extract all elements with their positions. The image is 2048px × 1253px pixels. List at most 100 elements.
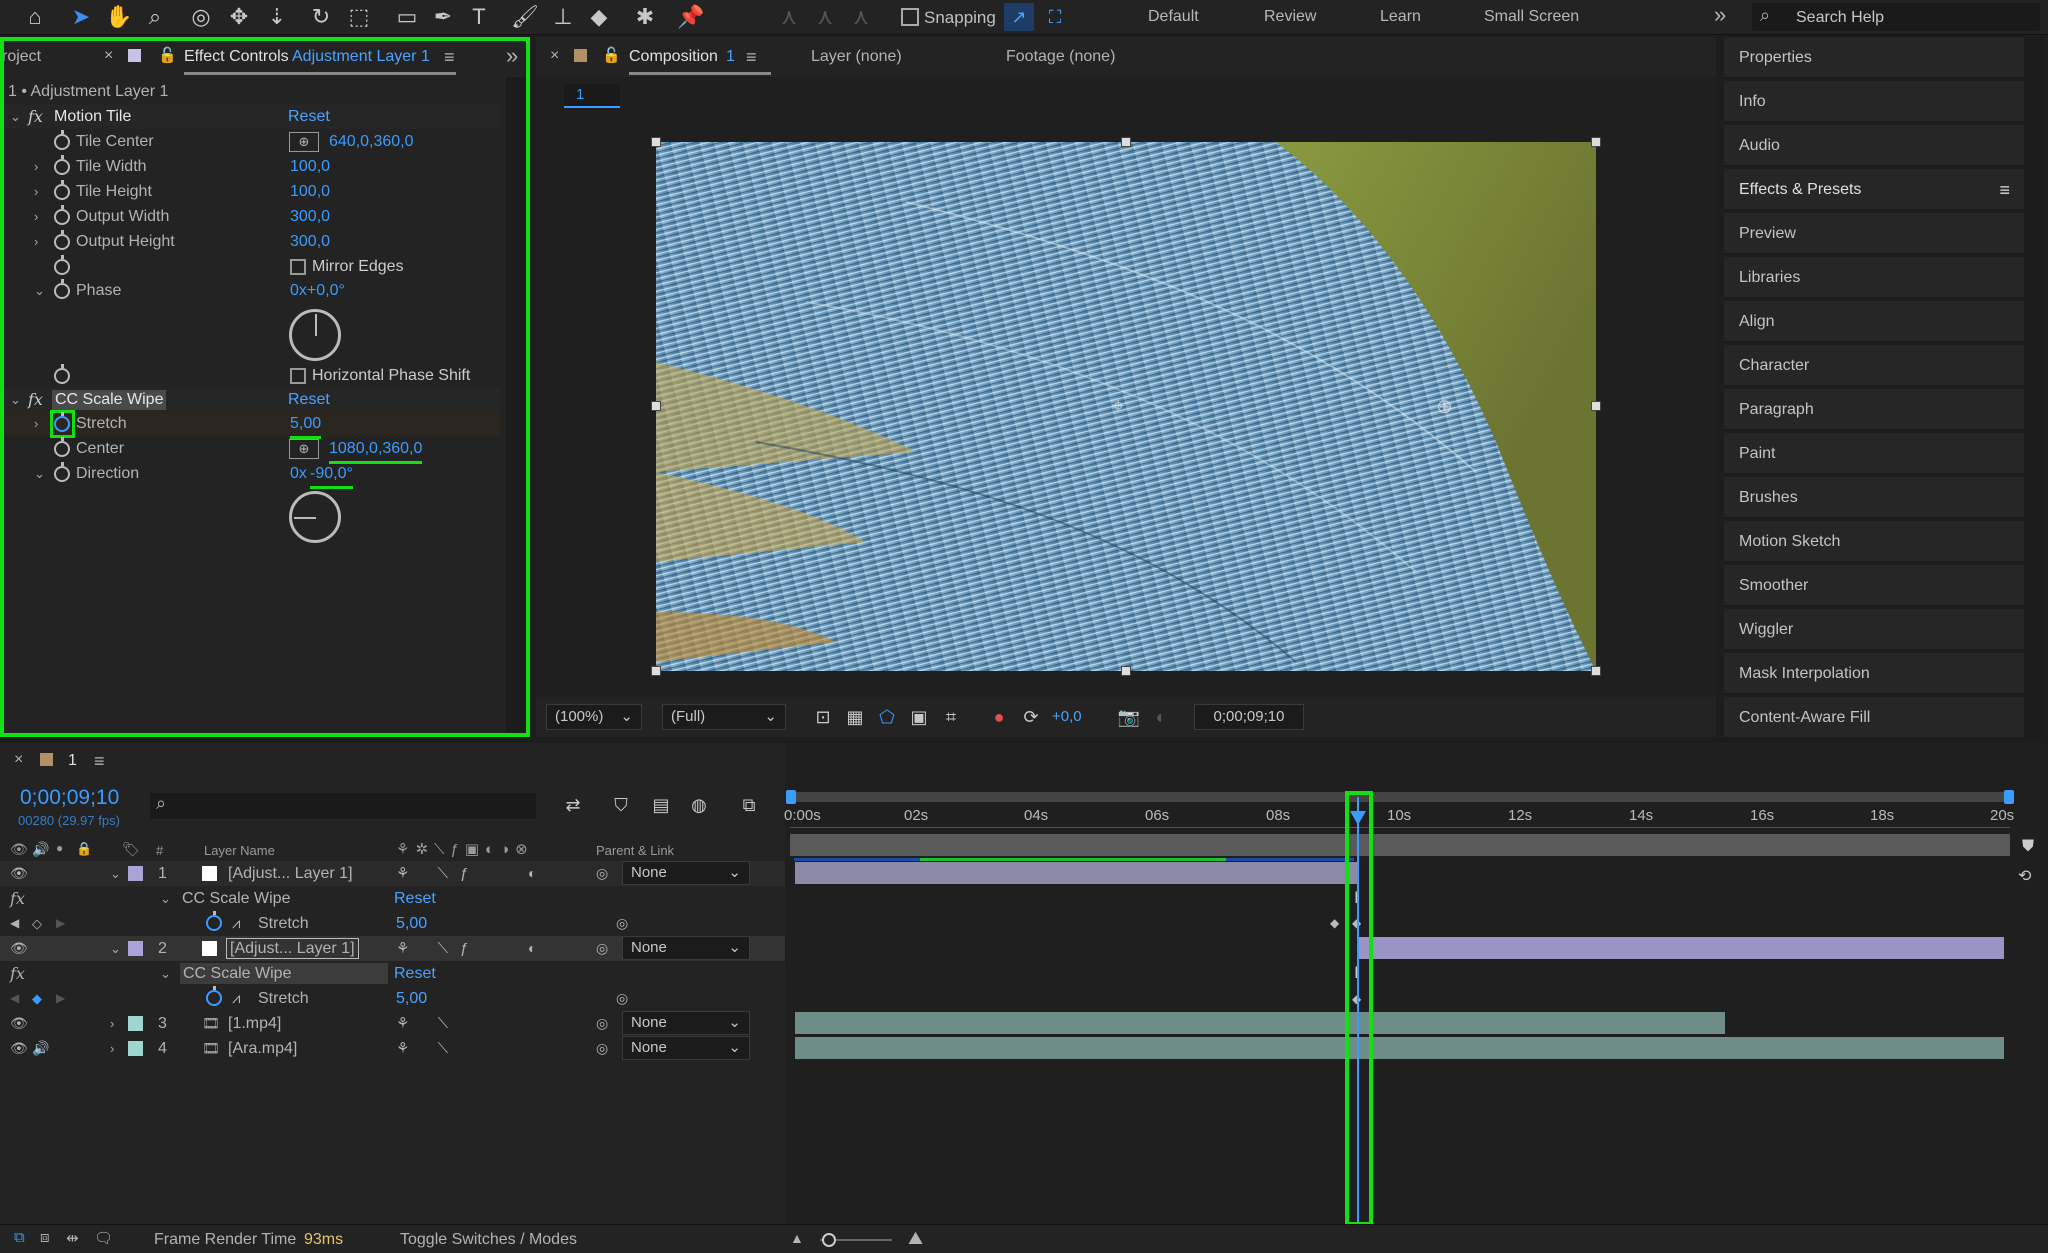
panel-libraries[interactable]: Libraries bbox=[1724, 257, 2024, 299]
stretch-value[interactable]: 5,00 bbox=[396, 986, 427, 1011]
timeline-timecode[interactable]: 0;00;09;10 bbox=[20, 786, 119, 810]
solo-icon[interactable]: ● bbox=[56, 841, 63, 855]
effect-reset[interactable]: Reset bbox=[394, 961, 436, 986]
pan-behind-icon[interactable]: ⬚ bbox=[344, 3, 374, 31]
chevron-down-icon[interactable]: ⌄ bbox=[110, 861, 121, 886]
panel-menu-icon[interactable]: ≡ bbox=[444, 47, 455, 68]
panel-properties[interactable]: Properties bbox=[1724, 37, 2024, 79]
bounding-handle[interactable] bbox=[1591, 666, 1601, 676]
parent-select[interactable]: None ⌄ bbox=[622, 936, 750, 960]
more-workspaces-icon[interactable]: » bbox=[1714, 2, 1726, 28]
adjustment-switch-icon[interactable]: ◐ bbox=[528, 936, 536, 961]
chevron-down-icon[interactable]: ⌄ bbox=[110, 936, 121, 961]
layer-1-bar[interactable] bbox=[795, 862, 1357, 884]
layer-name[interactable]: [Adjust... Layer 1] bbox=[228, 861, 353, 886]
layer-switches[interactable]: ⚘ ⟍ƒ bbox=[396, 861, 480, 886]
direction-dial[interactable] bbox=[289, 491, 341, 543]
effect-reset[interactable]: Reset bbox=[394, 886, 436, 911]
workspace-review[interactable]: Review bbox=[1264, 8, 1316, 26]
stopwatch-icon[interactable] bbox=[54, 462, 70, 482]
navigator-end-handle[interactable] bbox=[2004, 790, 2014, 804]
layer-label-swatch[interactable] bbox=[128, 1016, 143, 1031]
pan-camera-icon[interactable]: ✥ bbox=[224, 3, 254, 31]
chevron-right-icon[interactable]: › bbox=[34, 180, 38, 204]
horizontal-phase-shift-checkbox[interactable] bbox=[290, 368, 306, 384]
chevron-right-icon[interactable]: › bbox=[34, 205, 38, 229]
in-out-icon[interactable]: ⇹ bbox=[66, 1229, 79, 1247]
fast-previews-icon[interactable]: ⊡ bbox=[808, 703, 838, 731]
phase-value[interactable]: 0x+0,0° bbox=[290, 279, 345, 303]
panel-content-aware-fill[interactable]: Content-Aware Fill bbox=[1724, 697, 2024, 739]
chevron-down-icon[interactable]: ⌄ bbox=[34, 279, 45, 303]
resolution-select[interactable]: (Full) ⌄ bbox=[662, 704, 786, 730]
panel-paint[interactable]: Paint bbox=[1724, 433, 2024, 475]
project-tab[interactable]: roject bbox=[2, 48, 41, 66]
panel-preview[interactable]: Preview bbox=[1724, 213, 2024, 255]
rectangle-tool-icon[interactable]: ▭ bbox=[392, 3, 422, 31]
fx-icon[interactable]: fx bbox=[10, 961, 25, 986]
stretch-value[interactable]: 5,00 bbox=[290, 412, 322, 439]
cc-scale-wipe-reset[interactable]: Reset bbox=[288, 388, 330, 412]
fx-icon[interactable]: fx bbox=[10, 886, 25, 911]
timeline-search-input[interactable]: ⌕ bbox=[150, 793, 536, 819]
render-icon[interactable]: ⧉ bbox=[14, 1229, 25, 1246]
eraser-tool-icon[interactable]: ◆ bbox=[584, 3, 614, 31]
chevron-right-icon[interactable]: › bbox=[34, 230, 38, 254]
eye-icon[interactable]: 👁 bbox=[10, 861, 28, 886]
stopwatch-icon[interactable] bbox=[54, 437, 70, 457]
panel-audio[interactable]: Audio bbox=[1724, 125, 2024, 167]
bounding-handle[interactable] bbox=[1121, 666, 1131, 676]
stopwatch-icon[interactable] bbox=[54, 180, 70, 200]
pick-whip-icon[interactable]: ◎ bbox=[596, 861, 608, 886]
show-snapshot-icon[interactable]: ◐ bbox=[1146, 703, 1176, 731]
stopwatch-icon[interactable] bbox=[206, 986, 222, 1006]
toggle-switches-modes[interactable]: Toggle Switches / Modes bbox=[400, 1231, 577, 1249]
panel-smoother[interactable]: Smoother bbox=[1724, 565, 2024, 607]
snapping-checkbox[interactable] bbox=[901, 8, 919, 26]
panel-character[interactable]: Character bbox=[1724, 345, 2024, 387]
timeline-layer-row[interactable]: 👁 › 3 🎞 [1.mp4] ⚘ ⟍ ◎ None ⌄ bbox=[0, 1011, 785, 1036]
timeline-layer-row[interactable]: 👁 ⌄ 1 [Adjust... Layer 1] ⚘ ⟍ƒ ◐ ◎ None ⌄ bbox=[0, 861, 785, 886]
lock-column-icon[interactable]: 🔒 bbox=[76, 841, 92, 857]
viewer-timecode[interactable]: 0;00;09;10 bbox=[1194, 704, 1304, 730]
mirror-edges-checkbox[interactable] bbox=[290, 259, 306, 275]
bounding-handle[interactable] bbox=[1591, 401, 1601, 411]
roto-brush-icon[interactable]: ✱ bbox=[630, 3, 660, 31]
bounding-handle[interactable] bbox=[651, 401, 661, 411]
local-axis-icon[interactable]: ⋏ bbox=[774, 3, 804, 31]
direction-value[interactable]: -90,0° bbox=[310, 462, 353, 489]
work-area-bar[interactable] bbox=[790, 834, 2010, 856]
dolly-camera-icon[interactable]: ⇣ bbox=[262, 3, 292, 31]
close-project-icon[interactable]: × bbox=[104, 47, 113, 65]
crosshair-icon[interactable]: ⊕ bbox=[289, 439, 319, 459]
panel-info[interactable]: Info bbox=[1724, 81, 2024, 123]
layer-label-swatch[interactable] bbox=[128, 1041, 143, 1056]
stretch-stopwatch-icon[interactable] bbox=[54, 412, 70, 432]
pick-whip-icon[interactable]: ◎ bbox=[596, 1011, 608, 1036]
frame-blending-icon[interactable]: ▤ bbox=[646, 791, 676, 819]
snap-edges-icon[interactable]: ↗ bbox=[1004, 3, 1034, 31]
stopwatch-icon[interactable] bbox=[206, 911, 222, 931]
region-of-interest-icon[interactable]: ▣ bbox=[904, 703, 934, 731]
comp-button-icon[interactable]: ⟲ bbox=[2018, 866, 2031, 886]
stopwatch-icon[interactable] bbox=[54, 255, 70, 275]
search-help-placeholder[interactable]: Search Help bbox=[1796, 9, 1884, 27]
timeline-menu-icon[interactable]: ≡ bbox=[94, 751, 105, 772]
fx-icon[interactable]: fx bbox=[28, 105, 43, 129]
channels-icon[interactable]: ● bbox=[984, 703, 1014, 731]
layer-label-swatch[interactable] bbox=[128, 866, 143, 881]
search-help-box[interactable]: ⌕ Search Help bbox=[1752, 3, 2040, 31]
comp-mini-flowchart-icon[interactable]: ⇄ bbox=[558, 791, 588, 819]
brush-tool-icon[interactable]: 🖌 bbox=[510, 3, 540, 31]
stopwatch-icon[interactable] bbox=[54, 130, 70, 150]
effect-controls-tab[interactable]: Effect Controls bbox=[184, 48, 289, 66]
effect-controls-scrollbar[interactable] bbox=[506, 77, 530, 737]
navigator-start-handle[interactable] bbox=[786, 790, 796, 804]
expression-pick-whip-icon[interactable]: ◎ bbox=[616, 911, 628, 936]
reset-exposure-icon[interactable]: ⟳ bbox=[1016, 703, 1046, 731]
audio-icon[interactable]: 🔊 bbox=[32, 841, 49, 858]
zoom-select[interactable]: (100%) ⌄ bbox=[546, 704, 642, 730]
parent-select[interactable]: None ⌄ bbox=[622, 1011, 750, 1035]
playhead[interactable] bbox=[1350, 797, 1366, 1223]
lock-icon[interactable]: 🔓 bbox=[602, 46, 621, 64]
